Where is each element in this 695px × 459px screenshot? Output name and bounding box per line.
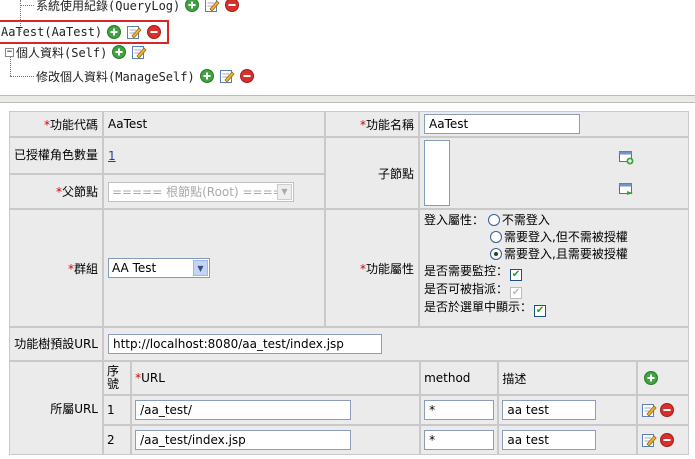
show-in-menu-checkbox[interactable]: ✔: [534, 305, 547, 317]
child-node-list[interactable]: [424, 140, 450, 206]
url-col-url: *URL: [131, 361, 421, 395]
delete-icon[interactable]: [659, 432, 675, 448]
edit-icon[interactable]: [641, 402, 657, 418]
login-radio-none[interactable]: [487, 214, 500, 226]
delete-icon[interactable]: [146, 24, 162, 40]
tree-node-aatest[interactable]: AaTest(AaTest): [0, 20, 170, 44]
func-name-label: *功能名稱: [325, 111, 419, 137]
url-seq-cell: 1: [103, 395, 132, 425]
edit-icon[interactable]: [641, 432, 657, 448]
func-attr-label: *功能屬性: [325, 209, 419, 327]
tree-connector: [20, 5, 34, 6]
url-table: 序號 *URL method 描述 1 2: [103, 361, 689, 455]
add-url-icon[interactable]: [643, 370, 659, 386]
delete-icon[interactable]: [224, 0, 240, 13]
edit-icon[interactable]: [126, 24, 142, 40]
add-icon[interactable]: [111, 44, 127, 60]
login-option-label: 不需登入: [501, 213, 550, 227]
login-option-label: 需要登入,但不需被授權: [504, 230, 628, 244]
default-url-input[interactable]: [108, 334, 382, 354]
tree-node-label[interactable]: 系統使用紀錄(QueryLog): [36, 0, 180, 14]
child-node-label: 子節點: [325, 137, 419, 209]
desc-input[interactable]: [502, 400, 597, 420]
delete-icon[interactable]: [659, 402, 675, 418]
url-col-seq: 序號: [103, 361, 132, 395]
monitor-label: 是否需要監控：: [424, 264, 509, 278]
edit-icon[interactable]: [204, 0, 220, 13]
login-radio-login-only[interactable]: [490, 231, 502, 243]
tree-node-label[interactable]: AaTest(AaTest): [1, 25, 102, 39]
url-input[interactable]: [135, 400, 352, 420]
parent-node-label: *父節點: [9, 174, 103, 209]
move-child-window-icon[interactable]: [618, 181, 634, 197]
default-url-label: 功能樹預設URL: [9, 327, 103, 361]
assignable-label: 是否可被指派：: [424, 282, 509, 296]
function-tree: 系統使用紀錄(QueryLog) AaTest(AaTest) − 個人資料(S…: [0, 0, 695, 95]
roles-count-link[interactable]: 1: [108, 149, 116, 163]
tree-node-querylog[interactable]: 系統使用紀錄(QueryLog): [36, 0, 240, 14]
func-code-label: *功能代碼: [9, 111, 103, 137]
method-input[interactable]: [424, 400, 495, 420]
roles-count-label: 已授權角色數量: [9, 137, 103, 175]
tree-node-label[interactable]: 個人資料(Self): [16, 44, 107, 61]
add-child-window-icon[interactable]: [618, 149, 634, 165]
login-option-label: 需要登入,且需要被授權: [504, 247, 628, 261]
add-icon[interactable]: [199, 68, 215, 84]
method-input[interactable]: [424, 430, 495, 450]
chevron-down-icon: ▼: [277, 183, 292, 200]
url-input[interactable]: [135, 430, 352, 450]
show-in-menu-label: 是否於選單中顯示：: [424, 300, 533, 314]
chevron-down-icon: ▼: [193, 260, 208, 276]
edit-icon[interactable]: [131, 44, 147, 60]
monitor-checkbox[interactable]: ✔: [510, 269, 523, 281]
table-row: 1: [103, 395, 689, 425]
parent-node-select[interactable]: ===== 根節點(Root) ===== ▼: [108, 181, 294, 202]
function-edit-form: *功能代碼 AaTest *功能名稱 已授權角色數量 1 子節點 *父節點 ==…: [9, 111, 689, 455]
tree-connector: [10, 76, 34, 77]
tree-node-label[interactable]: 修改個人資料(ManageSelf): [36, 68, 195, 85]
url-seq-cell: 2: [103, 425, 132, 455]
tree-node-manageself[interactable]: 修改個人資料(ManageSelf): [36, 67, 255, 85]
panel-divider[interactable]: [0, 95, 695, 103]
table-row: 2: [103, 425, 689, 455]
collapse-toggle[interactable]: −: [5, 47, 14, 57]
tree-node-self[interactable]: − 個人資料(Self): [5, 43, 147, 61]
add-icon[interactable]: [184, 0, 200, 13]
func-code-value: AaTest: [103, 111, 325, 137]
group-select[interactable]: AA Test ▼: [108, 258, 210, 278]
urls-label: 所屬URL: [9, 361, 103, 455]
login-attr-label: 登入屬性：: [424, 213, 485, 227]
add-icon[interactable]: [106, 24, 122, 40]
edit-icon[interactable]: [219, 68, 235, 84]
group-label: *群組: [9, 209, 103, 327]
url-col-method: method: [420, 361, 499, 395]
func-name-input[interactable]: [424, 114, 580, 134]
form-table: *功能代碼 AaTest *功能名稱 已授權角色數量 1 子節點 *父節點 ==…: [9, 111, 689, 455]
assignable-checkbox[interactable]: ✔: [510, 287, 523, 299]
desc-input[interactable]: [502, 430, 597, 450]
login-radio-login-auth[interactable]: [490, 248, 502, 260]
url-col-desc: 描述: [498, 361, 637, 395]
delete-icon[interactable]: [239, 68, 255, 84]
